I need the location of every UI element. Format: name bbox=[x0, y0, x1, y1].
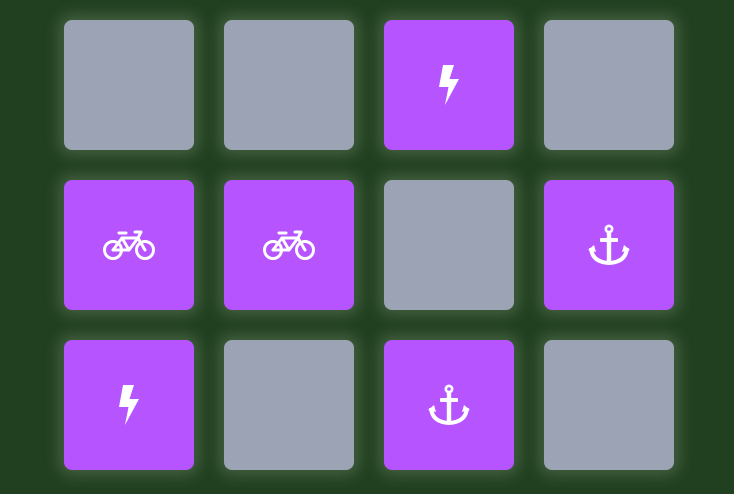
lightning-bolt-icon bbox=[438, 65, 460, 105]
card-2-hidden[interactable] bbox=[224, 20, 354, 150]
card-5-revealed[interactable] bbox=[64, 180, 194, 310]
bicycle-icon bbox=[102, 229, 156, 261]
card-10-hidden[interactable] bbox=[224, 340, 354, 470]
card-9-revealed[interactable] bbox=[64, 340, 194, 470]
memory-game-board bbox=[64, 20, 674, 470]
card-3-revealed[interactable] bbox=[384, 20, 514, 150]
card-1-hidden[interactable] bbox=[64, 20, 194, 150]
card-7-hidden[interactable] bbox=[384, 180, 514, 310]
card-4-hidden[interactable] bbox=[544, 20, 674, 150]
anchor-icon bbox=[588, 224, 630, 266]
card-12-hidden[interactable] bbox=[544, 340, 674, 470]
anchor-icon bbox=[428, 384, 470, 426]
bicycle-icon bbox=[262, 229, 316, 261]
card-11-revealed[interactable] bbox=[384, 340, 514, 470]
card-6-revealed[interactable] bbox=[224, 180, 354, 310]
card-8-revealed[interactable] bbox=[544, 180, 674, 310]
lightning-bolt-icon bbox=[118, 385, 140, 425]
